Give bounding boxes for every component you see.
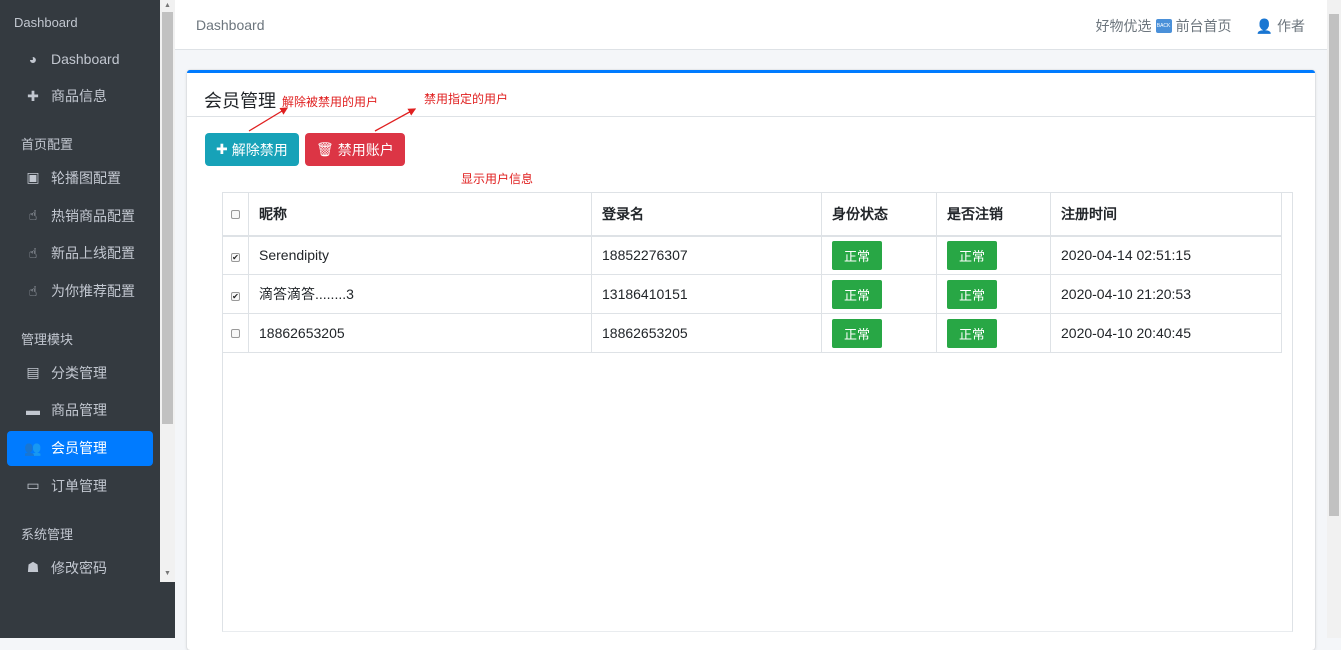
cell-time: 2020-04-10 20:40:45 xyxy=(1050,313,1282,353)
select-all-checkbox[interactable] xyxy=(231,209,240,219)
table-header: 昵称 登录名 身份状态 是否注销 注册时间 xyxy=(222,192,1282,237)
page-scrollbar[interactable] xyxy=(1327,0,1341,638)
sidebar-item-label: Dashboard xyxy=(51,50,120,67)
cell-time: 2020-04-14 02:51:15 xyxy=(1050,235,1282,275)
sidebar-item-label: 订单管理 xyxy=(51,477,107,494)
member-table: 昵称 登录名 身份状态 是否注销 注册时间 ✔ Serendipity 1885… xyxy=(222,192,1282,353)
sidebar-item-label: 轮播图配置 xyxy=(51,169,121,186)
sidebar-item-label: 为你推荐配置 xyxy=(51,283,135,299)
sidebar-item-label: 分类管理 xyxy=(51,364,107,381)
table-row[interactable]: ✔ Serendipity 18852276307 正常 正常 2020-04-… xyxy=(222,235,1282,275)
shop-link[interactable]: 好物优选 xyxy=(1096,16,1152,36)
page-scroll-thumb[interactable] xyxy=(1329,14,1339,516)
row-checkbox[interactable] xyxy=(231,329,240,338)
sidebar-item-label: 热销商品配置 xyxy=(51,207,135,224)
cell-time: 2020-04-10 21:20:53 xyxy=(1050,274,1282,314)
col-nickname[interactable]: 昵称 xyxy=(248,192,592,237)
sidebar-item-label: 商品管理 xyxy=(51,402,107,419)
cell-login: 18862653205 xyxy=(591,313,822,353)
status-badge: 正常 xyxy=(832,279,883,309)
sidebar-item[interactable]: ▣ 轮播图配置 xyxy=(7,160,153,195)
sidebar-item[interactable]: 👥 会员管理 xyxy=(7,430,153,466)
sidebar-item[interactable]: ✚ 商品信息 xyxy=(7,79,153,114)
hand-pointer-icon: ☝ xyxy=(28,244,38,261)
col-deleted[interactable]: 是否注销 xyxy=(936,192,1051,237)
deleted-badge: 正常 xyxy=(947,279,998,309)
divider xyxy=(187,116,1315,117)
users-icon: 👥 xyxy=(24,439,42,456)
hand-pointer-icon: ☝ xyxy=(28,282,38,299)
annotation-ban: 禁用指定的用户 xyxy=(424,92,509,106)
cell-nickname: Serendipity xyxy=(248,235,592,275)
list-alt-icon: ▤ xyxy=(26,364,40,381)
plus-icon: ✚ xyxy=(216,141,228,157)
scroll-up-icon[interactable]: ▲ xyxy=(164,2,171,9)
top-navbar: Dashboard 好物优选 BACK 前台首页 👤 作者 xyxy=(175,0,1327,50)
sidebar-item-label: 新品上线配置 xyxy=(51,245,135,262)
ban-label: 禁用账户 xyxy=(337,141,394,158)
sidebar-item[interactable]: ☝ 新品上线配置 xyxy=(7,236,153,271)
plus-icon: ✚ xyxy=(27,87,39,104)
annotation-unban: 解除被禁用的用户 xyxy=(282,95,379,109)
status-badge: 正常 xyxy=(832,318,883,348)
member-card: 会员管理 解除被禁用的用户 禁用指定的用户 显示用户信息 ✚ 解除禁用 🗑 禁用… xyxy=(187,70,1315,650)
annotation-arrows xyxy=(248,107,417,132)
sidebar-scrollbar[interactable]: ▲ ▼ xyxy=(160,0,175,582)
sidebar-section-title: 管理模块 xyxy=(21,332,74,348)
row-checkbox[interactable]: ✔ xyxy=(231,253,240,263)
archive-icon: ▬ xyxy=(26,402,40,419)
annotation-table: 显示用户信息 xyxy=(461,172,534,186)
sidebar-scroll-thumb[interactable] xyxy=(162,12,173,424)
deleted-badge: 正常 xyxy=(947,318,998,348)
sidebar-item[interactable]: ▭ 订单管理 xyxy=(7,468,153,503)
status-badge: 正常 xyxy=(832,240,883,270)
sidebar-item[interactable]: ☗ 修改密码 xyxy=(7,550,153,582)
sidebar-section-title: 首页配置 xyxy=(21,137,74,153)
table-row[interactable]: ✔ 滴答滴答........3 13186410151 正常 正常 2020-0… xyxy=(222,274,1282,314)
home-link[interactable]: 前台首页 xyxy=(1176,16,1232,36)
col-login[interactable]: 登录名 xyxy=(591,192,822,237)
author-link[interactable]: 作者 xyxy=(1277,16,1305,36)
sidebar-item-label: 修改密码 xyxy=(51,559,107,576)
sidebar-item-label: 会员管理 xyxy=(51,440,107,457)
trash-icon: 🗑 xyxy=(316,141,334,157)
page-title: 会员管理 xyxy=(204,91,276,111)
row-checkbox[interactable]: ✔ xyxy=(231,292,240,301)
hand-pointer-icon: ☝ xyxy=(28,207,38,224)
sidebar-item[interactable]: ☝ 为你推荐配置 xyxy=(7,274,153,309)
cell-nickname: 18862653205 xyxy=(248,313,592,353)
breadcrumb[interactable]: Dashboard xyxy=(196,17,265,33)
col-time[interactable]: 注册时间 xyxy=(1050,192,1282,237)
cell-login: 13186410151 xyxy=(591,274,822,314)
scroll-down-icon[interactable]: ▼ xyxy=(164,570,171,577)
user-icon: 👤 xyxy=(1255,17,1273,34)
sidebar-menu: Dashboard ◕ Dashboard ✚ 商品信息首页配置 ▣ 轮播图配置 ☝ 热销商品配… xyxy=(0,0,160,582)
unban-label: 解除禁用 xyxy=(231,141,288,158)
unban-button[interactable]: ✚ 解除禁用 xyxy=(205,133,299,166)
money-bill-icon: ▭ xyxy=(26,477,40,494)
table-row[interactable]: 18862653205 18862653205 正常 正常 2020-04-10… xyxy=(222,313,1282,353)
sidebar-item[interactable]: ▬ 商品管理 xyxy=(7,393,153,428)
sidebar-item[interactable]: ◕ Dashboard xyxy=(7,41,153,76)
sidebar-section-title: 系统管理 xyxy=(21,527,74,542)
back-icon: BACK xyxy=(1155,19,1172,33)
sidebar-section-title: Dashboard xyxy=(14,15,78,30)
col-status[interactable]: 身份状态 xyxy=(821,192,937,237)
sidebar-item-label: 商品信息 xyxy=(51,88,107,105)
cell-nickname: 滴答滴答........3 xyxy=(248,274,592,314)
sidebar: Dashboard ◕ Dashboard ✚ 商品信息首页配置 ▣ 轮播图配置 ☝ 热销商品配… xyxy=(0,0,175,638)
image-icon: ▣ xyxy=(26,169,40,186)
tachometer-icon: ◕ xyxy=(28,50,38,67)
user-secret-icon: ☗ xyxy=(26,559,40,575)
sidebar-item[interactable]: ☝ 热销商品配置 xyxy=(7,198,153,233)
ban-button[interactable]: 🗑 禁用账户 xyxy=(305,133,405,166)
deleted-badge: 正常 xyxy=(947,240,998,270)
sidebar-item[interactable]: ▤ 分类管理 xyxy=(7,355,153,390)
cell-login: 18852276307 xyxy=(591,235,822,275)
